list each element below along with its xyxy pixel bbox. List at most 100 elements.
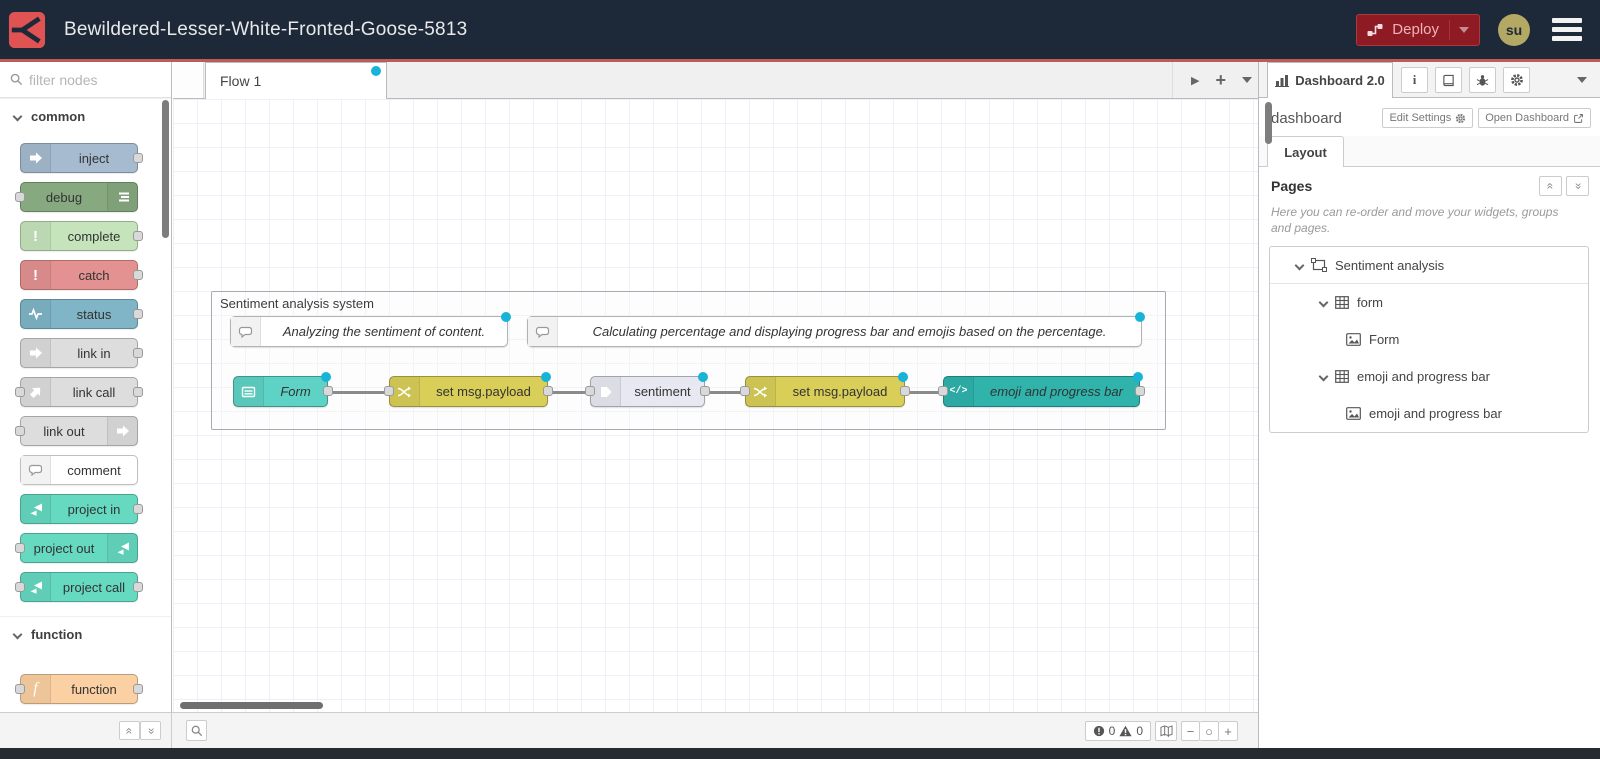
input-port[interactable] [938,386,948,396]
palette-node-status[interactable]: status [20,299,143,329]
palette-node-link-call[interactable]: link call [15,377,143,407]
palette-search[interactable] [0,62,171,98]
input-port[interactable] [15,684,25,694]
page-icon [1311,258,1327,272]
tab-layout[interactable]: Layout [1267,136,1344,167]
input-port[interactable] [15,582,25,592]
add-flow-button[interactable]: + [1215,70,1226,91]
input-port[interactable] [740,386,750,396]
output-port[interactable] [133,504,143,514]
palette-node-function[interactable]: f function [15,674,143,704]
output-port[interactable] [133,153,143,163]
output-port[interactable] [323,386,333,396]
flowfuse-logo-icon[interactable] [8,11,46,49]
config-tab-button[interactable] [1503,67,1530,93]
category-function[interactable]: function [0,616,171,652]
input-port[interactable] [384,386,394,396]
status-counts[interactable]: 0 0 [1084,721,1151,741]
input-port[interactable] [15,192,25,202]
node-change[interactable]: set msg.payload [384,372,553,407]
palette-expand-all-button[interactable]: « [140,721,161,740]
filter-nodes-input[interactable] [29,71,139,88]
palette-node-project-in[interactable]: project in [20,494,143,524]
flow-group[interactable]: Sentiment analysis system [211,291,1166,430]
tab-list-button[interactable]: ▶ [1191,74,1199,87]
output-port[interactable] [133,309,143,319]
output-port[interactable] [133,582,143,592]
tree-item-page[interactable]: Sentiment analysis [1270,247,1588,284]
sidebar-menu-caret-icon[interactable] [1577,77,1587,83]
input-port[interactable] [15,387,25,397]
zoom-in-button[interactable]: + [1219,721,1238,741]
tab-menu-caret-icon[interactable] [1242,77,1252,83]
tree-item-widget[interactable]: emoji and progress bar [1270,395,1588,432]
output-port[interactable] [133,387,143,397]
output-port[interactable] [543,386,553,396]
output-port[interactable] [133,270,143,280]
output-port[interactable] [133,684,143,694]
debug-tab-button[interactable] [1469,67,1496,93]
dashboard-header-row: dashboard Edit Settings Open Dashboard [1259,100,1600,136]
palette-node-complete[interactable]: ! complete [20,221,143,251]
tree-item-widget[interactable]: Form [1270,321,1588,358]
expand-all-button[interactable]: « [1566,176,1589,196]
modified-dot [1133,372,1143,382]
palette-footer: « « [0,713,172,749]
deploy-caret-icon[interactable] [1459,26,1469,33]
main-menu-icon[interactable] [1548,14,1586,45]
error-count-icon [1093,725,1104,737]
palette-node-link-in[interactable]: link in [20,338,143,368]
palette-node-inject[interactable]: inject [20,143,143,173]
comment-node[interactable]: Analyzing the sentiment of content. [230,312,511,347]
palette-node-catch[interactable]: ! catch [20,260,143,290]
deploy-button[interactable]: Deploy [1356,13,1480,46]
canvas-search-button[interactable] [186,720,207,741]
palette-node-link-out[interactable]: link out [15,416,138,446]
help-tab-button[interactable] [1435,67,1462,93]
zoom-out-button[interactable]: − [1181,721,1200,741]
tab-dashboard[interactable]: Dashboard 2.0 [1267,62,1393,98]
project-icon [107,534,137,562]
form-icon [234,377,264,406]
palette-node-comment[interactable]: comment [20,455,138,485]
modified-dot [541,372,551,382]
chevron-down-icon[interactable] [1294,260,1305,270]
node-ui-template[interactable]: </> emoji and progress bar [938,372,1145,407]
node-change[interactable]: set msg.payload [740,372,910,407]
input-port[interactable] [15,426,25,436]
category-common[interactable]: common [0,98,171,134]
flow-tab[interactable]: Flow 1 [205,62,387,99]
user-avatar[interactable]: su [1498,13,1530,46]
input-port[interactable] [15,543,25,553]
chevron-down-icon[interactable] [1318,297,1329,308]
input-port[interactable] [585,386,595,396]
zoom-reset-button[interactable]: ○ [1200,721,1219,741]
palette-node-debug[interactable]: debug [15,182,138,212]
canvas-horizontal-scrollbar[interactable] [180,702,323,709]
open-dashboard-button[interactable]: Open Dashboard [1478,108,1591,128]
node-form[interactable]: Form [233,372,333,407]
output-port[interactable] [700,386,710,396]
chevron-down-icon[interactable] [1318,371,1329,382]
flow-canvas[interactable]: Sentiment analysis system Analyzing the … [173,99,1258,712]
tree-item-group[interactable]: form [1270,284,1588,321]
palette-node-project-out[interactable]: project out [15,533,138,563]
output-port[interactable] [900,386,910,396]
error-count: 0 [1108,724,1116,738]
comment-node[interactable]: Calculating percentage and displaying pr… [527,312,1145,347]
palette-node-project-call[interactable]: project call [15,572,143,602]
link-arrow-icon [21,378,51,406]
edit-settings-button[interactable]: Edit Settings [1382,108,1474,128]
info-tab-button[interactable]: i [1401,67,1428,93]
tree-item-group[interactable]: emoji and progress bar [1270,358,1588,395]
output-port[interactable] [133,231,143,241]
palette-collapse-all-button[interactable]: « [119,721,140,740]
collapse-all-button[interactable]: « [1539,176,1562,196]
node-sentiment[interactable]: sentiment [585,372,710,407]
output-port[interactable] [133,348,143,358]
navigator-button[interactable] [1155,721,1177,741]
palette-scrollbar[interactable] [162,100,169,238]
right-sidebar: Dashboard 2.0 i dashboard Edit Settings … [1258,62,1600,748]
sidebar-scrollbar[interactable] [1265,102,1272,144]
output-port[interactable] [1135,386,1145,396]
